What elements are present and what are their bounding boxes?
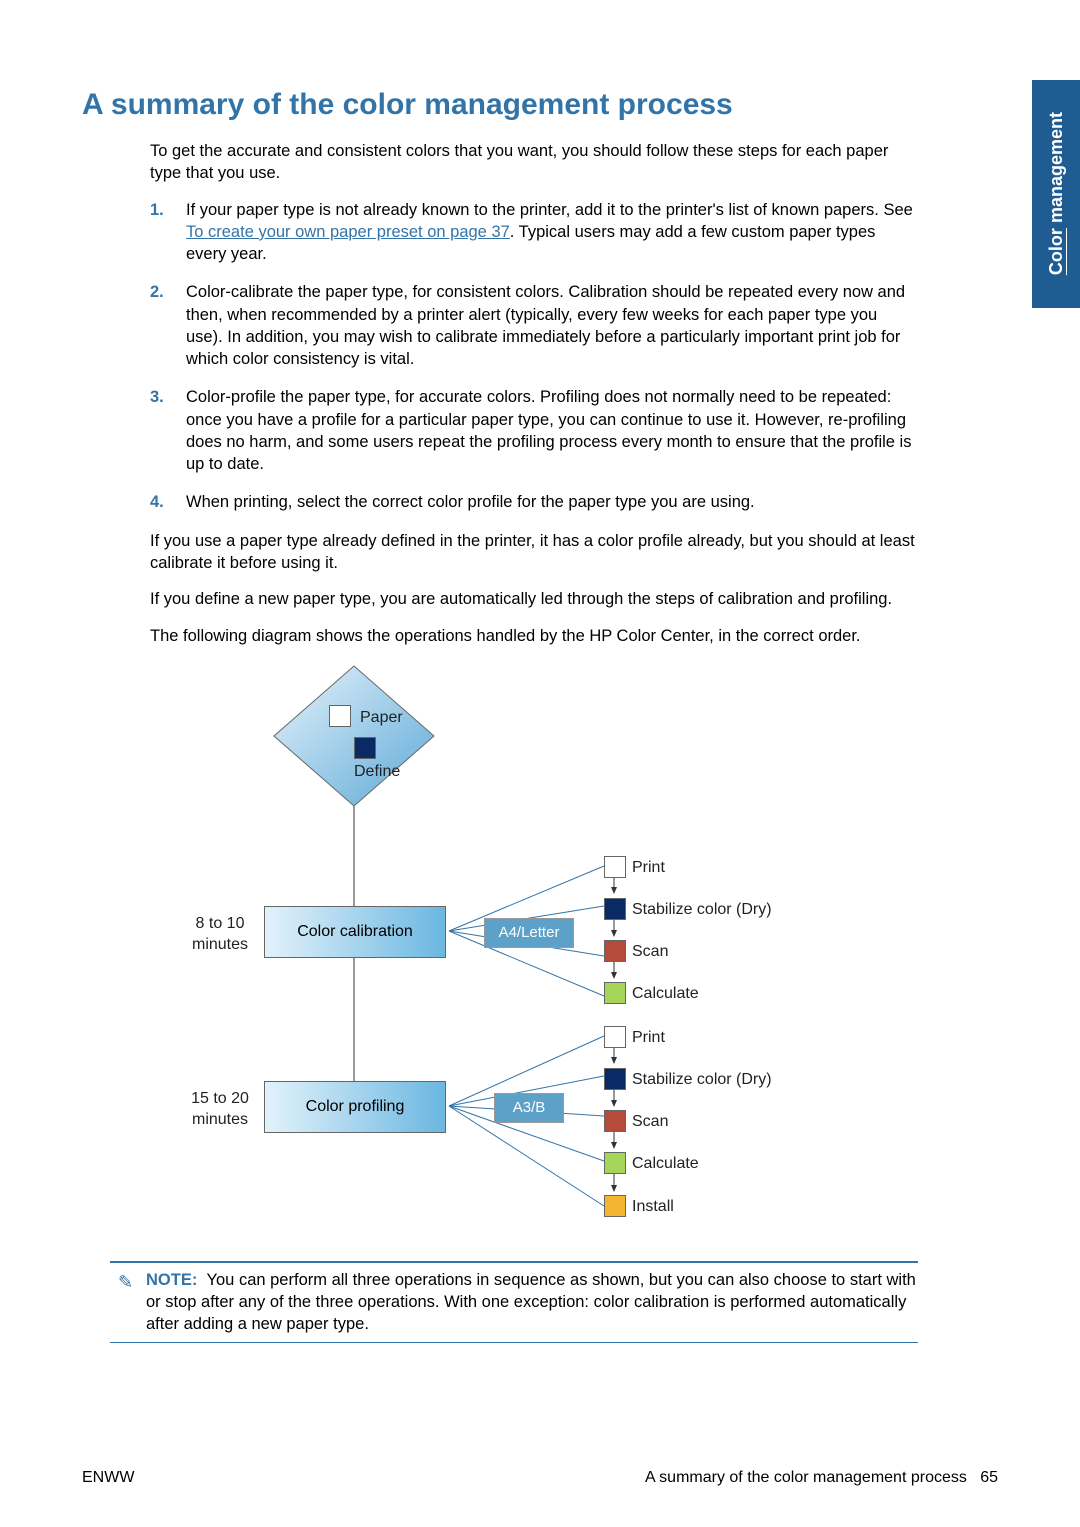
color-center-diagram: Paper Define 8 to 10minutes Color calibr…: [184, 661, 884, 1251]
prof-step-install: Install: [632, 1196, 674, 1218]
footer-section: A summary of the color management proces…: [645, 1469, 967, 1486]
define-icon: [354, 737, 376, 759]
step-1: 1. If your paper type is not already kno…: [150, 199, 918, 266]
calib-step-scan: Scan: [632, 941, 668, 963]
calib-duration: 8 to 10minutes: [184, 913, 256, 956]
note-block: ✎ NOTE: You can perform all three operat…: [110, 1261, 918, 1343]
calibration-box: Color calibration: [264, 906, 446, 958]
para-diagram-intro: The following diagram shows the operatio…: [150, 625, 918, 647]
footer-page-number: 65: [980, 1469, 998, 1486]
prof-step-scan: Scan: [632, 1111, 668, 1133]
page-heading: A summary of the color management proces…: [82, 88, 998, 122]
calib-step-calculate: Calculate: [632, 983, 699, 1005]
page-footer: ENWW A summary of the color management p…: [82, 1469, 998, 1487]
intro-paragraph: To get the accurate and consistent color…: [150, 140, 918, 185]
note-icon: ✎: [118, 1270, 142, 1336]
link-paper-preset[interactable]: To create your own paper preset on page …: [186, 223, 510, 241]
scan-icon-2: [604, 1110, 626, 1132]
diamond-label-define: Define: [354, 761, 400, 783]
print-icon-1: [604, 856, 626, 878]
step-4: 4. When printing, select the correct col…: [150, 491, 918, 513]
diamond-label-paper: Paper: [360, 707, 403, 729]
a3-b-chip: A3/B: [494, 1093, 564, 1123]
print-icon-2: [604, 1026, 626, 1048]
prof-step-calculate: Calculate: [632, 1153, 699, 1175]
stabilize-icon-2: [604, 1068, 626, 1090]
footer-left: ENWW: [82, 1469, 134, 1487]
install-icon: [604, 1195, 626, 1217]
paper-icon: [329, 705, 351, 727]
calculate-icon-2: [604, 1152, 626, 1174]
scan-icon-1: [604, 940, 626, 962]
para-already-defined: If you use a paper type already defined …: [150, 530, 918, 575]
para-new-paper: If you define a new paper type, you are …: [150, 588, 918, 610]
prof-duration: 15 to 20minutes: [184, 1088, 256, 1131]
profiling-box: Color profiling: [264, 1081, 446, 1133]
step-3: 3. Color-profile the paper type, for acc…: [150, 386, 918, 475]
prof-step-print: Print: [632, 1027, 665, 1049]
stabilize-icon-1: [604, 898, 626, 920]
a4-letter-chip: A4/Letter: [484, 918, 574, 948]
calib-step-stabilize: Stabilize color (Dry): [632, 899, 772, 921]
note-label: NOTE:: [146, 1271, 197, 1289]
calib-step-print: Print: [632, 857, 665, 879]
calculate-icon-1: [604, 982, 626, 1004]
prof-step-stabilize: Stabilize color (Dry): [632, 1069, 772, 1091]
step-2: 2. Color-calibrate the paper type, for c…: [150, 281, 918, 370]
note-text: You can perform all three operations in …: [146, 1271, 916, 1334]
steps-list: 1. If your paper type is not already kno…: [150, 199, 918, 514]
